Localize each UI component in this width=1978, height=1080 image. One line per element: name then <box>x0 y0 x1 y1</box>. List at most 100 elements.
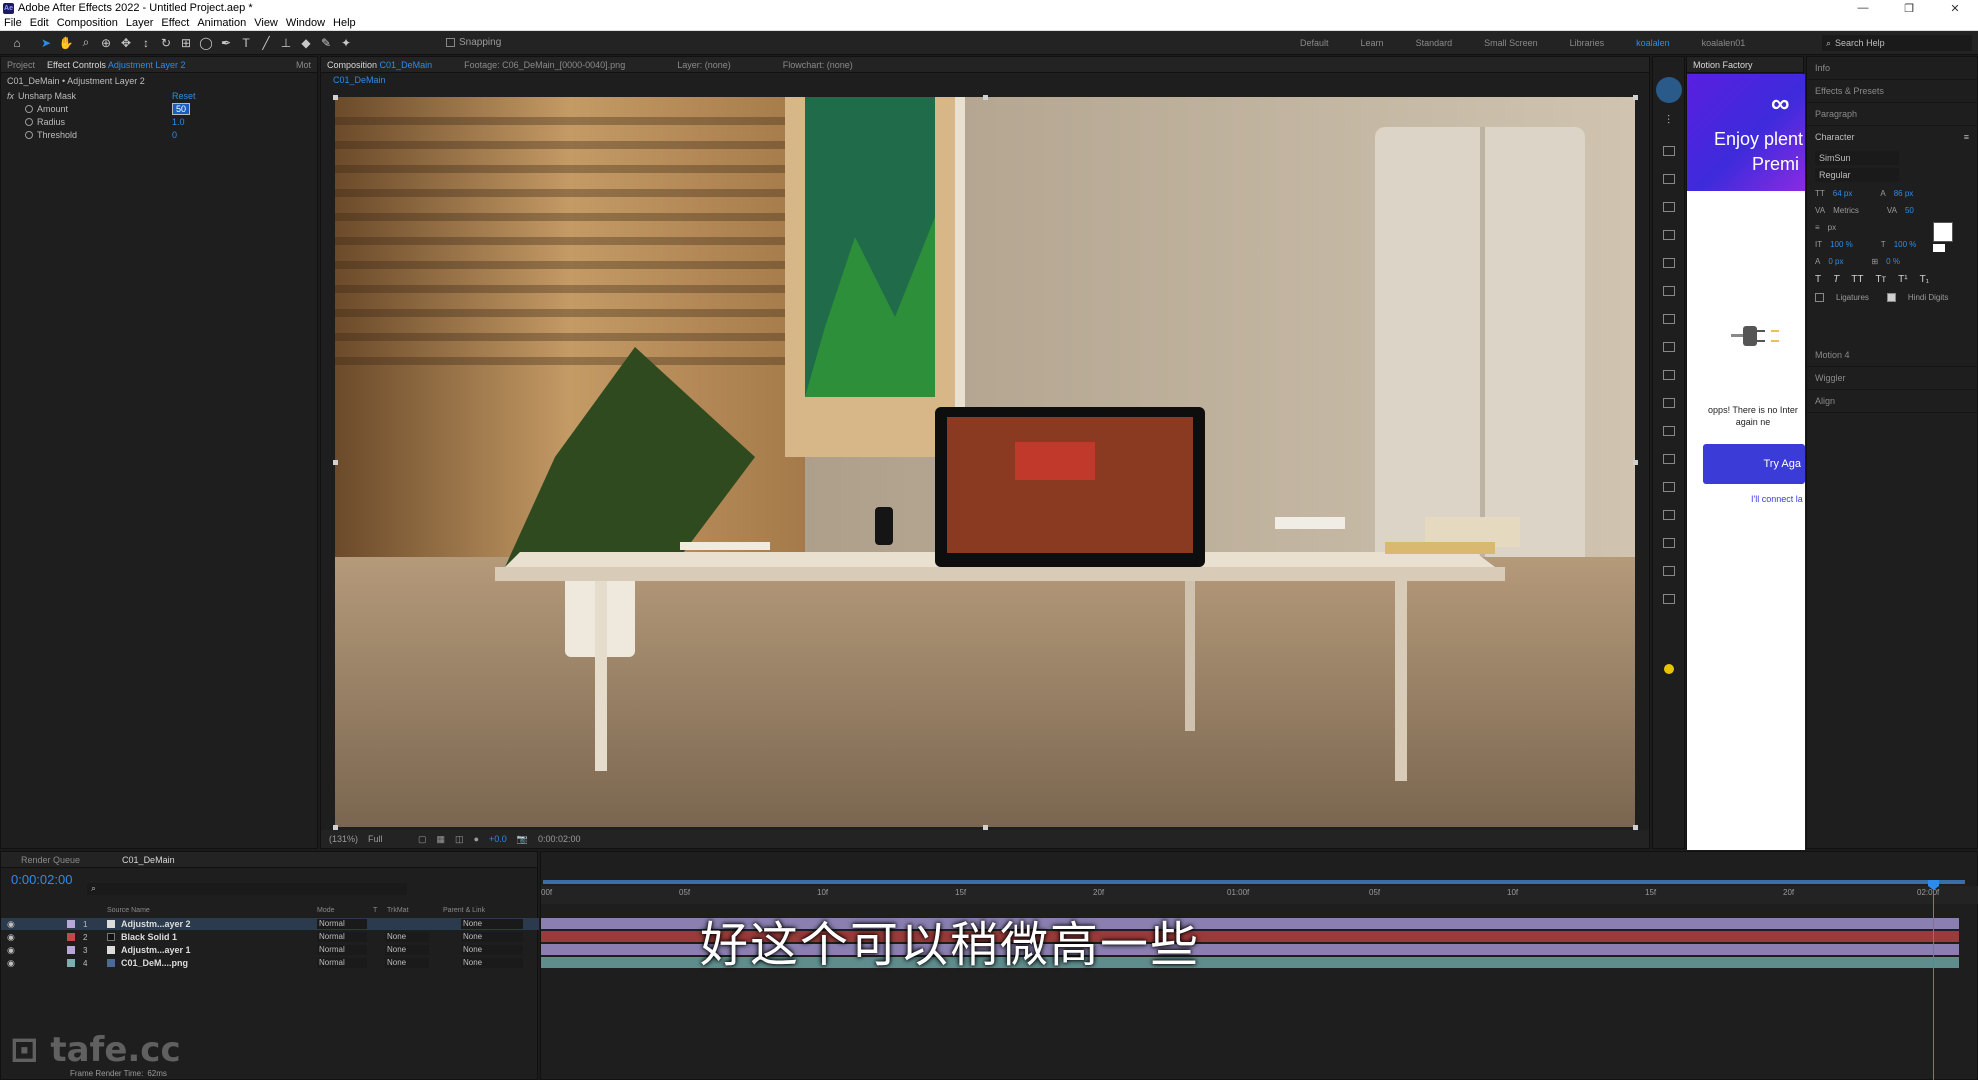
tab-layer[interactable]: Layer: (none) <box>671 60 737 70</box>
stopwatch-icon[interactable] <box>25 105 33 114</box>
baseline-shift-value[interactable]: 0 px <box>1828 257 1843 266</box>
exposure-value[interactable]: +0.0 <box>489 834 507 844</box>
ligatures-checkbox[interactable] <box>1815 293 1824 302</box>
reset-link[interactable]: Reset <box>172 91 196 101</box>
column-trkmat[interactable]: TrkMat <box>387 907 409 914</box>
menu-effect[interactable]: Effect <box>157 17 193 29</box>
stopwatch-icon[interactable] <box>25 131 33 140</box>
snapshot-icon[interactable]: 📷 <box>517 834 528 845</box>
roto-brush-icon[interactable]: ✎ <box>317 34 335 52</box>
wiggler-header[interactable]: Wiggler <box>1807 367 1977 390</box>
superscript-icon[interactable]: T¹ <box>1898 274 1907 285</box>
layer-mode-dropdown[interactable]: Normal <box>317 919 367 929</box>
menu-help[interactable]: Help <box>329 17 360 29</box>
zoom-tool-icon[interactable]: ⌕ <box>77 34 95 52</box>
menu-edit[interactable]: Edit <box>26 17 53 29</box>
layer-search-field[interactable]: ⌕ <box>87 883 407 895</box>
sliders-icon[interactable]: ⫶ <box>1653 113 1684 128</box>
work-area-bar[interactable] <box>543 880 1965 884</box>
layer-mode-dropdown[interactable]: Normal <box>317 945 367 955</box>
layer-parent-dropdown[interactable]: None <box>461 945 523 955</box>
align-header[interactable]: Align <box>1807 390 1977 413</box>
visibility-eye-icon[interactable]: ◉ <box>7 919 15 930</box>
subscript-icon[interactable]: T₁ <box>1920 274 1929 285</box>
vertical-scale-value[interactable]: 100 % <box>1830 240 1853 249</box>
stopwatch-icon[interactable] <box>25 118 33 127</box>
eraser-tool-icon[interactable]: ◆ <box>297 34 315 52</box>
layer-mode-dropdown[interactable]: Normal <box>317 958 367 968</box>
visibility-eye-icon[interactable]: ◉ <box>7 958 15 969</box>
panel-item-icon[interactable] <box>1662 370 1675 380</box>
panel-item-icon[interactable] <box>1662 314 1675 324</box>
rotate-tool-icon[interactable]: ↻ <box>157 34 175 52</box>
hindi-digits-checkbox[interactable] <box>1886 293 1896 302</box>
restore-button[interactable]: ❐ <box>1886 2 1932 15</box>
selection-handle[interactable] <box>1633 95 1638 100</box>
selection-tool-icon[interactable]: ➤ <box>37 34 55 52</box>
workspace-standard[interactable]: Standard <box>1416 38 1453 48</box>
panel-item-icon[interactable] <box>1662 286 1675 296</box>
workspace-koalalen[interactable]: koalalen <box>1636 38 1670 48</box>
stroke-unit[interactable]: px <box>1828 223 1836 232</box>
orbit-camera-icon[interactable]: ⊕ <box>97 34 115 52</box>
visibility-eye-icon[interactable]: ◉ <box>7 932 15 943</box>
panel-menu-icon[interactable]: ≡ <box>1964 132 1969 142</box>
layer-row[interactable]: ◉ 3 Adjustm...ayer 1 Normal None None <box>1 944 539 956</box>
extension-logo-icon[interactable] <box>1655 77 1682 103</box>
tab-effect-controls[interactable]: Effect Controls Adjustment Layer 2 <box>41 60 191 70</box>
menu-window[interactable]: Window <box>282 17 329 29</box>
playhead-line[interactable] <box>1933 880 1934 1080</box>
layer-parent-dropdown[interactable]: None <box>461 958 523 968</box>
tab-footage[interactable]: Footage: C06_DeMain_[0000-0040].png <box>458 60 631 70</box>
pan-camera-icon[interactable]: ✥ <box>117 34 135 52</box>
connect-later-link[interactable]: I'll connect la <box>1751 494 1803 504</box>
font-style-dropdown[interactable]: Regular <box>1815 168 1899 182</box>
panel-item-icon[interactable] <box>1662 482 1675 492</box>
font-family-dropdown[interactable]: SimSun <box>1815 151 1899 165</box>
workspace-koalalen01[interactable]: koalalen01 <box>1702 38 1746 48</box>
panel-item-icon[interactable] <box>1662 230 1675 240</box>
fill-color-swatch[interactable] <box>1933 222 1953 242</box>
snapping-checkbox[interactable] <box>446 38 455 47</box>
faux-italic-icon[interactable]: T <box>1833 274 1839 285</box>
type-tool-icon[interactable]: T <box>237 34 255 52</box>
region-of-interest-icon[interactable]: ▢ <box>418 834 427 845</box>
kerning-value[interactable]: Metrics <box>1833 206 1859 215</box>
workspace-default[interactable]: Default <box>1300 38 1329 48</box>
tab-motion[interactable]: Mot <box>290 60 317 70</box>
home-icon[interactable]: ⌂ <box>8 34 26 52</box>
current-time-display[interactable]: 0:00:02:00 <box>538 834 581 844</box>
close-button[interactable]: ✕ <box>1932 2 1978 15</box>
panel-item-icon[interactable] <box>1662 202 1675 212</box>
warning-icon[interactable] <box>1663 664 1674 674</box>
layer-trkmat-dropdown[interactable]: None <box>385 945 429 955</box>
font-size-value[interactable]: 64 px <box>1833 189 1853 198</box>
all-caps-icon[interactable]: TT <box>1851 274 1863 285</box>
ellipse-tool-icon[interactable]: ◯ <box>197 34 215 52</box>
layer-row[interactable]: ◉ 2 Black Solid 1 Normal None None <box>1 931 539 943</box>
menu-animation[interactable]: Animation <box>193 17 250 29</box>
selection-handle[interactable] <box>333 460 338 465</box>
layer-color-label[interactable] <box>67 933 75 941</box>
tab-motion-factory[interactable]: Motion Factory <box>1687 60 1759 70</box>
motion4-header[interactable]: Motion 4 <box>1807 344 1977 367</box>
tab-render-queue[interactable]: Render Queue <box>15 855 86 865</box>
layer-color-label[interactable] <box>67 959 75 967</box>
layer-name[interactable]: Adjustm...ayer 1 <box>121 945 191 955</box>
layer-name[interactable]: C01_DeM....png <box>121 958 188 968</box>
panel-item-icon[interactable] <box>1662 398 1675 408</box>
layer-parent-dropdown[interactable]: None <box>461 919 523 929</box>
transparency-grid-icon[interactable]: ▦ <box>437 834 446 845</box>
stroke-color-swatch[interactable] <box>1933 244 1945 252</box>
param-value-threshold[interactable]: 0 <box>172 130 177 140</box>
minimize-button[interactable]: — <box>1840 2 1886 15</box>
workspace-learn[interactable]: Learn <box>1361 38 1384 48</box>
menu-view[interactable]: View <box>250 17 282 29</box>
panel-item-icon[interactable] <box>1662 146 1675 156</box>
brush-tool-icon[interactable]: ╱ <box>257 34 275 52</box>
selection-handle[interactable] <box>983 95 988 100</box>
selection-handle[interactable] <box>1633 460 1638 465</box>
panel-item-icon[interactable] <box>1662 510 1675 520</box>
column-parent[interactable]: Parent & Link <box>443 907 485 914</box>
selection-handle[interactable] <box>333 95 338 100</box>
